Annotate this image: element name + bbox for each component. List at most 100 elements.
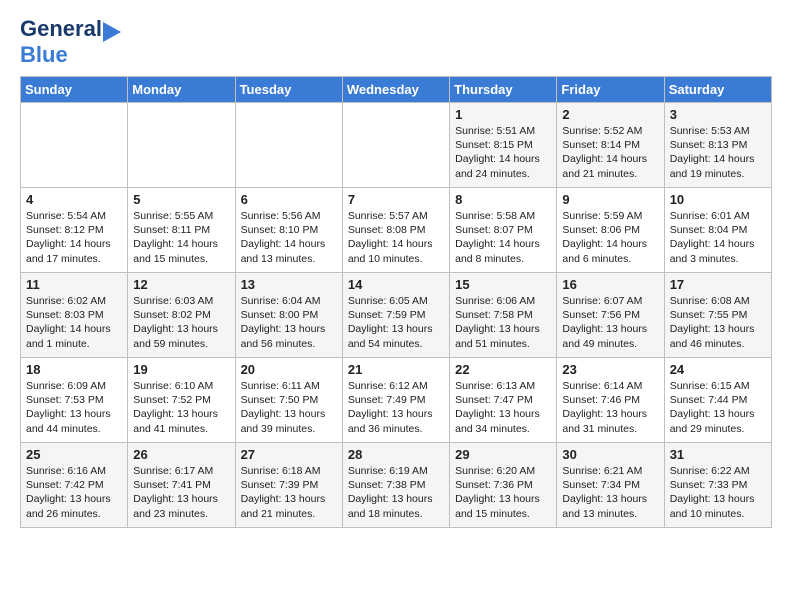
calendar-cell: 19Sunrise: 6:10 AM Sunset: 7:52 PM Dayli…	[128, 358, 235, 443]
day-content: Sunrise: 5:56 AM Sunset: 8:10 PM Dayligh…	[241, 209, 337, 266]
day-content: Sunrise: 6:13 AM Sunset: 7:47 PM Dayligh…	[455, 379, 551, 436]
logo-arrow-icon	[103, 22, 121, 42]
calendar-cell: 22Sunrise: 6:13 AM Sunset: 7:47 PM Dayli…	[450, 358, 557, 443]
calendar-cell: 10 Sunrise: 6:01 AM Sunset: 8:04 PM Dayli…	[664, 188, 771, 273]
calendar-cell	[128, 103, 235, 188]
day-number: 30	[562, 447, 658, 462]
day-number: 14	[348, 277, 444, 292]
day-number: 5	[133, 192, 229, 207]
day-number: 28	[348, 447, 444, 462]
calendar-cell: 4 Sunrise: 5:54 AM Sunset: 8:12 PM Daylig…	[21, 188, 128, 273]
day-number: 18	[26, 362, 122, 377]
day-number: 19	[133, 362, 229, 377]
day-content: Sunrise: 6:06 AM Sunset: 7:58 PM Dayligh…	[455, 294, 551, 351]
calendar-cell: 1 Sunrise: 5:51 AM Sunset: 8:15 PM Daylig…	[450, 103, 557, 188]
calendar-cell: 6 Sunrise: 5:56 AM Sunset: 8:10 PM Daylig…	[235, 188, 342, 273]
calendar-cell: 20 Sunrise: 6:11 AM Sunset: 7:50 PM Dayli…	[235, 358, 342, 443]
day-number: 2	[562, 107, 658, 122]
day-content: Sunrise: 6:22 AM Sunset: 7:33 PM Dayligh…	[670, 464, 766, 521]
day-content: Sunrise: 6:16 AM Sunset: 7:42 PM Dayligh…	[26, 464, 122, 521]
calendar-cell: 21Sunrise: 6:12 AM Sunset: 7:49 PM Dayli…	[342, 358, 449, 443]
day-content: Sunrise: 5:57 AM Sunset: 8:08 PM Dayligh…	[348, 209, 444, 266]
day-content: Sunrise: 5:59 AM Sunset: 8:06 PM Dayligh…	[562, 209, 658, 266]
day-number: 27	[241, 447, 337, 462]
logo-blue: Blue	[20, 42, 68, 67]
calendar-cell: 27Sunrise: 6:18 AM Sunset: 7:39 PM Dayli…	[235, 443, 342, 528]
calendar-cell: 8 Sunrise: 5:58 AM Sunset: 8:07 PM Daylig…	[450, 188, 557, 273]
day-number: 9	[562, 192, 658, 207]
day-number: 29	[455, 447, 551, 462]
day-content: Sunrise: 6:17 AM Sunset: 7:41 PM Dayligh…	[133, 464, 229, 521]
day-number: 16	[562, 277, 658, 292]
day-content: Sunrise: 6:04 AM Sunset: 8:00 PM Dayligh…	[241, 294, 337, 351]
calendar-cell	[235, 103, 342, 188]
day-number: 4	[26, 192, 122, 207]
day-content: Sunrise: 5:55 AM Sunset: 8:11 PM Dayligh…	[133, 209, 229, 266]
day-content: Sunrise: 6:12 AM Sunset: 7:49 PM Dayligh…	[348, 379, 444, 436]
day-number: 12	[133, 277, 229, 292]
calendar-cell: 3 Sunrise: 5:53 AM Sunset: 8:13 PM Daylig…	[664, 103, 771, 188]
day-number: 6	[241, 192, 337, 207]
calendar-cell: 28 Sunrise: 6:19 AM Sunset: 7:38 PM Dayli…	[342, 443, 449, 528]
day-number: 3	[670, 107, 766, 122]
calendar-week-row: 11Sunrise: 6:02 AM Sunset: 8:03 PM Dayli…	[21, 273, 772, 358]
day-content: Sunrise: 6:07 AM Sunset: 7:56 PM Dayligh…	[562, 294, 658, 351]
weekday-header-saturday: Saturday	[664, 77, 771, 103]
day-content: Sunrise: 5:51 AM Sunset: 8:15 PM Dayligh…	[455, 124, 551, 181]
calendar-cell: 24 Sunrise: 6:15 AM Sunset: 7:44 PM Dayli…	[664, 358, 771, 443]
day-content: Sunrise: 6:15 AM Sunset: 7:44 PM Dayligh…	[670, 379, 766, 436]
day-content: Sunrise: 6:11 AM Sunset: 7:50 PM Dayligh…	[241, 379, 337, 436]
calendar-cell: 16 Sunrise: 6:07 AM Sunset: 7:56 PM Dayli…	[557, 273, 664, 358]
calendar-cell: 26 Sunrise: 6:17 AM Sunset: 7:41 PM Dayli…	[128, 443, 235, 528]
calendar-cell	[342, 103, 449, 188]
calendar-cell: 18 Sunrise: 6:09 AM Sunset: 7:53 PM Dayli…	[21, 358, 128, 443]
day-number: 11	[26, 277, 122, 292]
weekday-header-friday: Friday	[557, 77, 664, 103]
calendar-cell: 15 Sunrise: 6:06 AM Sunset: 7:58 PM Dayli…	[450, 273, 557, 358]
day-number: 23	[562, 362, 658, 377]
weekday-header-row: SundayMondayTuesdayWednesdayThursdayFrid…	[21, 77, 772, 103]
calendar-cell: 30 Sunrise: 6:21 AM Sunset: 7:34 PM Dayli…	[557, 443, 664, 528]
weekday-header-sunday: Sunday	[21, 77, 128, 103]
day-content: Sunrise: 6:03 AM Sunset: 8:02 PM Dayligh…	[133, 294, 229, 351]
day-content: Sunrise: 6:19 AM Sunset: 7:38 PM Dayligh…	[348, 464, 444, 521]
day-number: 7	[348, 192, 444, 207]
day-content: Sunrise: 6:01 AM Sunset: 8:04 PM Dayligh…	[670, 209, 766, 266]
calendar-cell: 5 Sunrise: 5:55 AM Sunset: 8:11 PM Daylig…	[128, 188, 235, 273]
calendar-week-row: 4 Sunrise: 5:54 AM Sunset: 8:12 PM Daylig…	[21, 188, 772, 273]
day-number: 8	[455, 192, 551, 207]
day-content: Sunrise: 6:21 AM Sunset: 7:34 PM Dayligh…	[562, 464, 658, 521]
day-number: 15	[455, 277, 551, 292]
calendar-cell: 2 Sunrise: 5:52 AM Sunset: 8:14 PM Daylig…	[557, 103, 664, 188]
calendar-week-row: 18 Sunrise: 6:09 AM Sunset: 7:53 PM Dayli…	[21, 358, 772, 443]
calendar-cell	[21, 103, 128, 188]
day-content: Sunrise: 6:08 AM Sunset: 7:55 PM Dayligh…	[670, 294, 766, 351]
calendar-cell: 17 Sunrise: 6:08 AM Sunset: 7:55 PM Dayli…	[664, 273, 771, 358]
logo-general: General	[20, 16, 102, 42]
day-number: 26	[133, 447, 229, 462]
day-number: 20	[241, 362, 337, 377]
day-content: Sunrise: 6:20 AM Sunset: 7:36 PM Dayligh…	[455, 464, 551, 521]
day-number: 17	[670, 277, 766, 292]
calendar-week-row: 1 Sunrise: 5:51 AM Sunset: 8:15 PM Daylig…	[21, 103, 772, 188]
day-content: Sunrise: 5:58 AM Sunset: 8:07 PM Dayligh…	[455, 209, 551, 266]
day-number: 24	[670, 362, 766, 377]
day-content: Sunrise: 5:53 AM Sunset: 8:13 PM Dayligh…	[670, 124, 766, 181]
day-content: Sunrise: 6:14 AM Sunset: 7:46 PM Dayligh…	[562, 379, 658, 436]
day-number: 1	[455, 107, 551, 122]
day-number: 31	[670, 447, 766, 462]
day-content: Sunrise: 5:52 AM Sunset: 8:14 PM Dayligh…	[562, 124, 658, 181]
day-number: 10	[670, 192, 766, 207]
calendar-cell: 12 Sunrise: 6:03 AM Sunset: 8:02 PM Dayli…	[128, 273, 235, 358]
calendar-cell: 13Sunrise: 6:04 AM Sunset: 8:00 PM Dayli…	[235, 273, 342, 358]
calendar-cell: 9 Sunrise: 5:59 AM Sunset: 8:06 PM Daylig…	[557, 188, 664, 273]
calendar-cell: 29 Sunrise: 6:20 AM Sunset: 7:36 PM Dayli…	[450, 443, 557, 528]
day-content: Sunrise: 6:05 AM Sunset: 7:59 PM Dayligh…	[348, 294, 444, 351]
weekday-header-thursday: Thursday	[450, 77, 557, 103]
calendar-cell: 25Sunrise: 6:16 AM Sunset: 7:42 PM Dayli…	[21, 443, 128, 528]
day-content: Sunrise: 6:09 AM Sunset: 7:53 PM Dayligh…	[26, 379, 122, 436]
calendar-cell: 7 Sunrise: 5:57 AM Sunset: 8:08 PM Daylig…	[342, 188, 449, 273]
logo: General Blue	[20, 16, 121, 68]
day-content: Sunrise: 5:54 AM Sunset: 8:12 PM Dayligh…	[26, 209, 122, 266]
calendar-cell: 11Sunrise: 6:02 AM Sunset: 8:03 PM Dayli…	[21, 273, 128, 358]
